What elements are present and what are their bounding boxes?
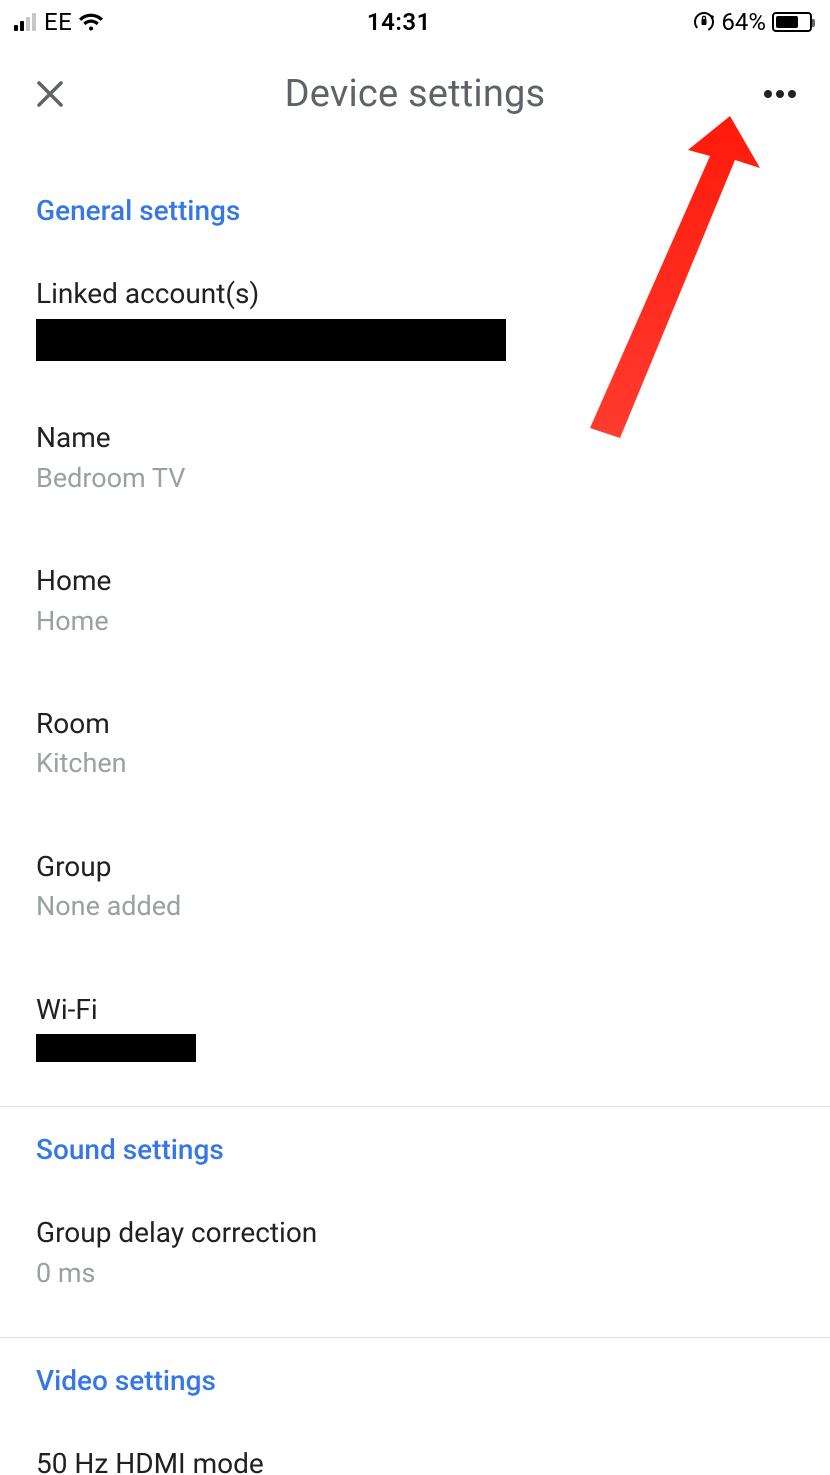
cellular-signal-icon [14, 13, 36, 31]
name-label: Name [36, 419, 794, 457]
group-value: None added [36, 887, 794, 926]
linked-accounts-value-redacted [36, 319, 506, 361]
group-delay-value: 0 ms [36, 1254, 794, 1293]
header-bar: Device settings [0, 44, 830, 136]
divider [0, 1106, 830, 1107]
home-value: Home [36, 602, 794, 641]
section-header-sound: Sound settings [0, 1133, 830, 1196]
close-button[interactable] [30, 74, 70, 114]
status-left: EE [14, 8, 104, 36]
hdmi-mode-label: 50 Hz HDMI mode [36, 1445, 794, 1475]
status-right: 64% [693, 8, 812, 36]
group-label: Group [36, 848, 794, 886]
linked-accounts-label: Linked account(s) [36, 275, 794, 313]
section-header-video: Video settings [0, 1364, 830, 1427]
status-time: 14:31 [367, 8, 431, 36]
content: General settings Linked account(s) Name … [0, 136, 830, 1475]
status-bar: EE 14:31 64% [0, 0, 830, 44]
carrier-label: EE [44, 8, 72, 36]
room-value: Kitchen [36, 744, 794, 783]
home-label: Home [36, 562, 794, 600]
row-group-delay[interactable]: Group delay correction 0 ms [0, 1196, 830, 1311]
row-group[interactable]: Group None added [0, 830, 830, 945]
row-hdmi-mode[interactable]: 50 Hz HDMI mode [0, 1427, 830, 1475]
rotation-lock-icon [693, 11, 715, 33]
battery-icon [772, 12, 812, 32]
divider [0, 1337, 830, 1338]
more-menu-button[interactable] [760, 74, 800, 114]
name-value: Bedroom TV [36, 459, 794, 498]
wifi-icon [78, 12, 104, 32]
group-delay-label: Group delay correction [36, 1214, 794, 1252]
section-header-general: General settings [0, 176, 830, 257]
close-icon [35, 79, 65, 109]
wifi-value-redacted [36, 1034, 196, 1062]
row-name[interactable]: Name Bedroom TV [0, 401, 830, 516]
page-title: Device settings [70, 72, 760, 116]
row-linked-accounts[interactable]: Linked account(s) [0, 257, 830, 379]
more-horizontal-icon [763, 89, 797, 99]
room-label: Room [36, 705, 794, 743]
row-wifi[interactable]: Wi-Fi [0, 973, 830, 1081]
wifi-label: Wi-Fi [36, 991, 794, 1029]
row-home[interactable]: Home Home [0, 544, 830, 659]
battery-percent: 64% [721, 8, 766, 36]
row-room[interactable]: Room Kitchen [0, 687, 830, 802]
